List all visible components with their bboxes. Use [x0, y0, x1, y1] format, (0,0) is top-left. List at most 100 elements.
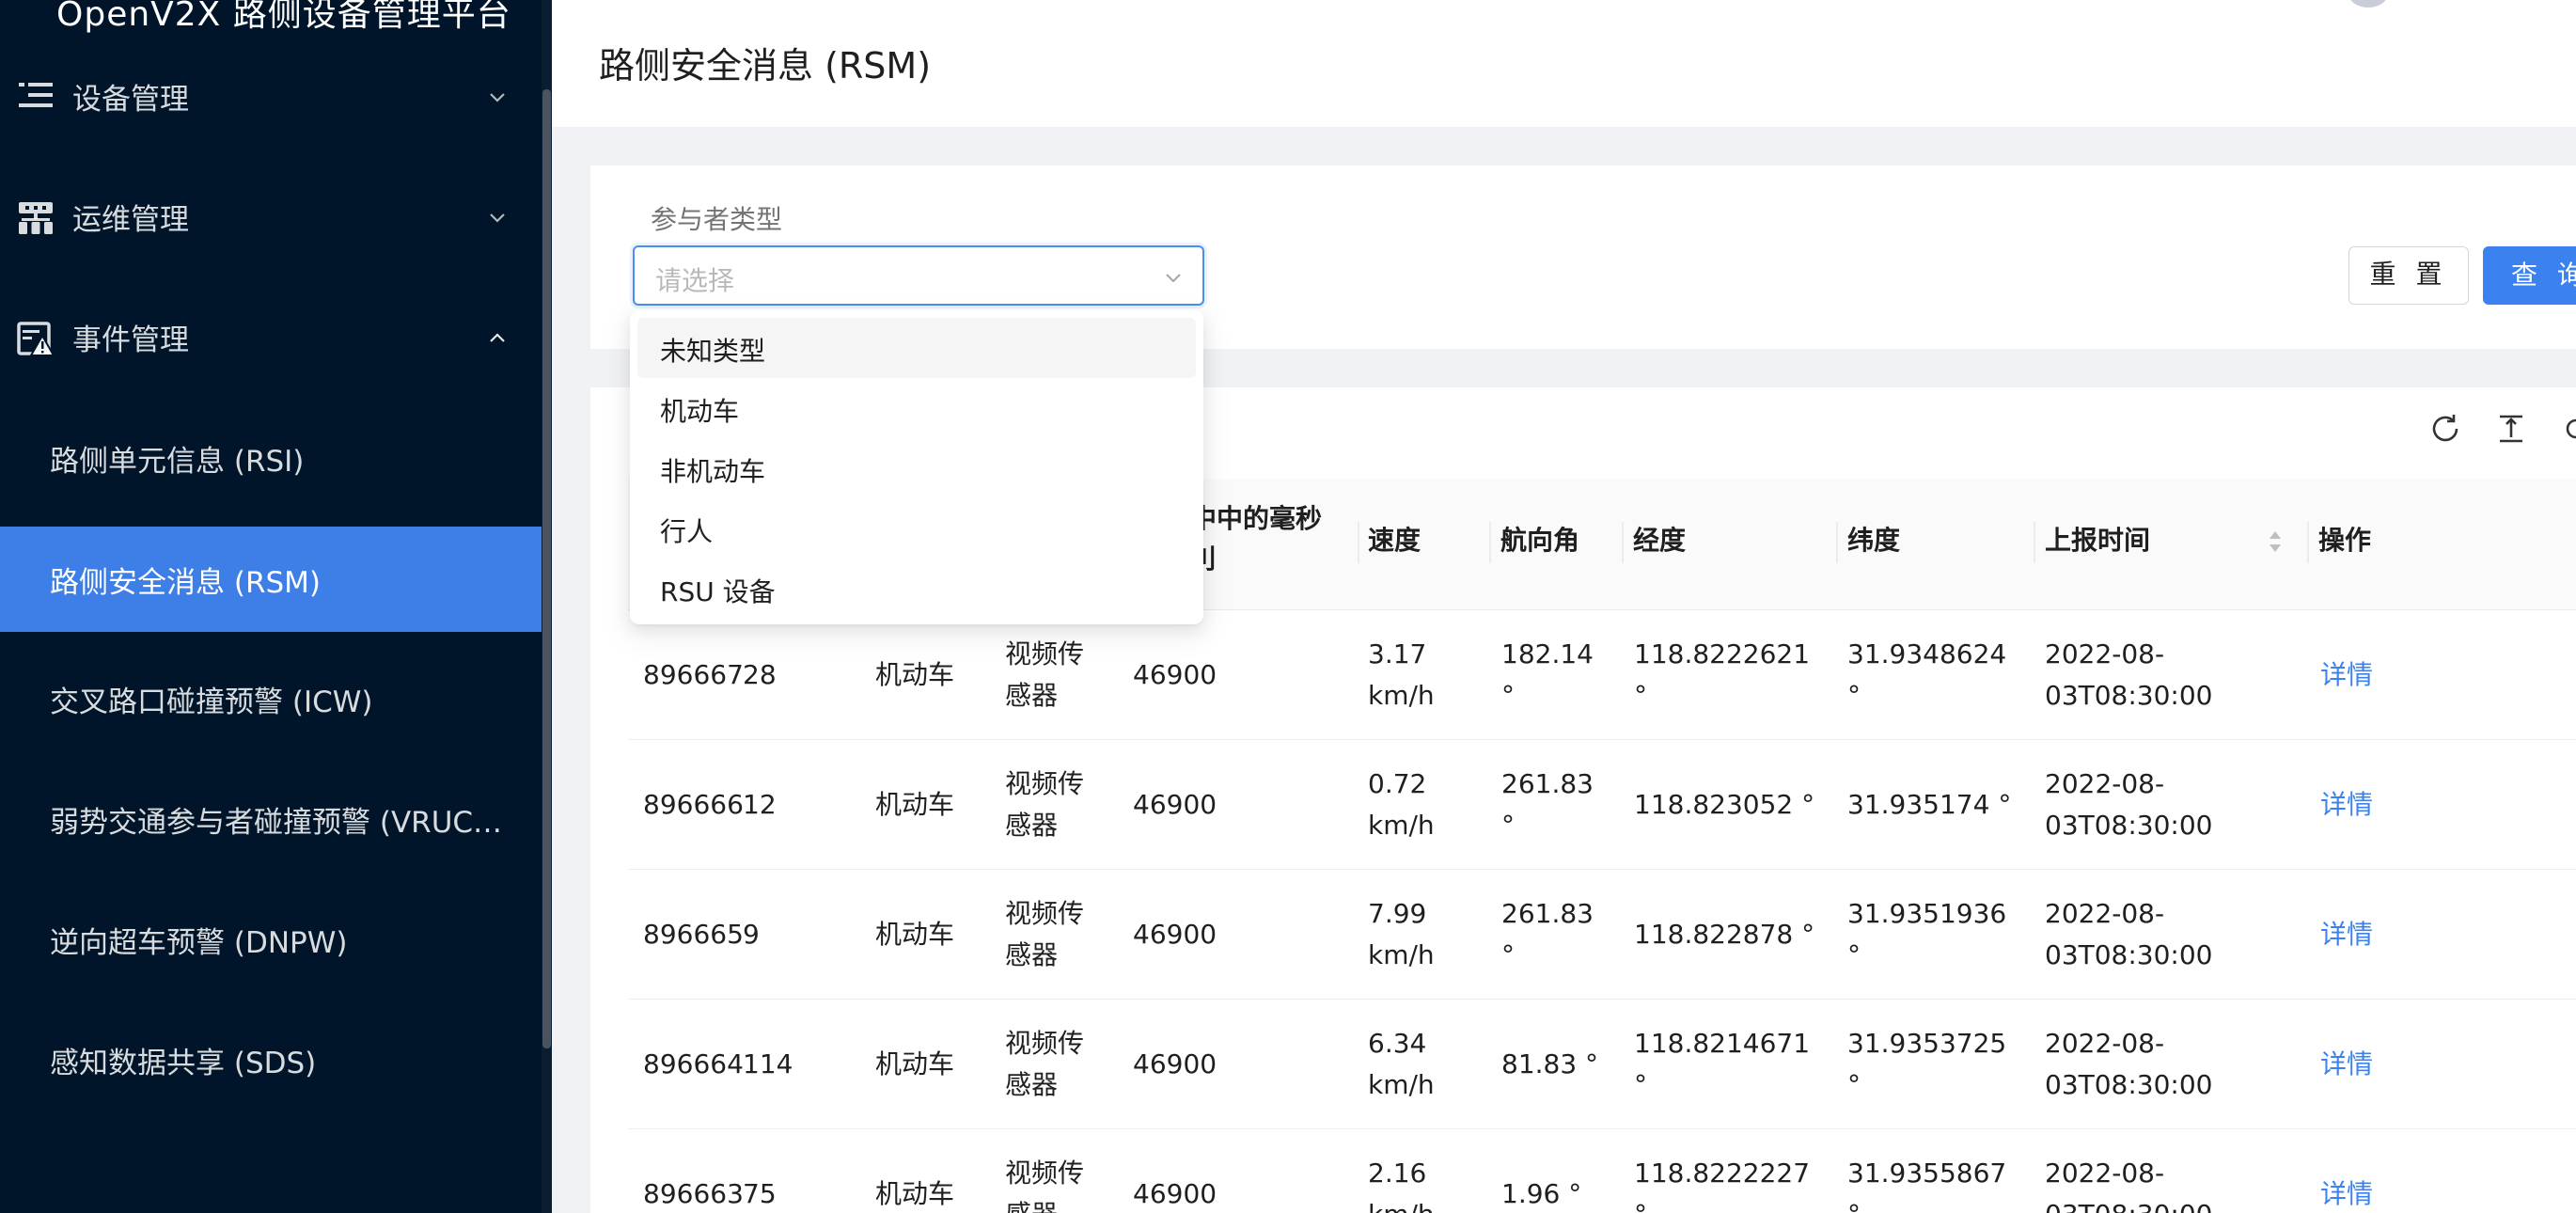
cell-heading: 81.83 ° — [1501, 1048, 1599, 1079]
cell-source: 视频传 — [1005, 1158, 1085, 1189]
cell-longitude-unit: ° — [1634, 1069, 1647, 1100]
reset-button[interactable]: 重 置 — [2348, 246, 2469, 305]
dropdown-option-label: RSU 设备 — [660, 576, 776, 607]
cell-speed: 7.99 — [1368, 898, 1427, 929]
column-height-icon[interactable] — [2494, 412, 2528, 446]
table-row: 896664 114 机动车 视频传 感器 46900 6.34 km/h 81… — [628, 1000, 2576, 1129]
dropdown-option-pedestrian[interactable]: 行人 — [637, 498, 1196, 559]
cell-participant-id: 75 — [743, 1178, 777, 1209]
dropdown-option-motor-vehicle[interactable]: 机动车 — [637, 378, 1196, 438]
sidebar-item-rsm[interactable]: 路侧安全消息 (RSM) — [0, 527, 542, 632]
device-list-icon — [19, 83, 53, 107]
cell-source: 视频传 — [1005, 1028, 1085, 1059]
sidebar-item-icw[interactable]: 交叉路口碰撞预警 (ICW) — [0, 646, 542, 751]
query-button[interactable]: 查 询 — [2483, 246, 2576, 305]
cell-heading: 182.14 — [1501, 638, 1594, 670]
cell-heading: 261.83 — [1501, 768, 1594, 799]
reload-icon[interactable] — [2428, 412, 2462, 446]
select-placeholder: 请选择 — [655, 265, 735, 296]
cell-report-time: 2022-08- — [2045, 768, 2165, 799]
event-warning-icon — [17, 322, 55, 356]
chevron-down-icon — [490, 93, 505, 102]
cell-participant-id: 12 — [743, 789, 777, 820]
cell-ms: 46900 — [1133, 1048, 1217, 1079]
sidebar-item-label: 路侧安全消息 (RSM) — [50, 566, 322, 600]
cell-ms: 46900 — [1133, 659, 1217, 690]
cell-latitude: 31.9353725 — [1847, 1028, 2007, 1059]
cell-heading-unit: ° — [1501, 680, 1515, 711]
page-header: 路侧安全消息 (RSM) — [552, 33, 2576, 127]
sidebar-item-label: 路侧单元信息 (RSI) — [50, 445, 305, 479]
participant-type-label: 参与者类型 — [651, 204, 783, 235]
cell-source-line2: 感器 — [1005, 1069, 1059, 1100]
details-link[interactable]: 详情 — [2320, 1174, 2373, 1213]
details-link[interactable]: 详情 — [2320, 1044, 2373, 1085]
top-bar — [552, 0, 2576, 33]
cell-longitude: 118.822878 ° — [1634, 919, 1815, 950]
dropdown-option-label: 行人 — [660, 516, 714, 547]
chevron-down-icon — [1166, 274, 1181, 283]
cell-type: 机动车 — [875, 919, 955, 950]
sidebar-item-dnpw[interactable]: 逆向超车预警 (DNPW) — [0, 887, 542, 992]
details-link[interactable]: 详情 — [2320, 914, 2373, 955]
table-row: 896663 75 机动车 视频传 感器 46900 2.16 km/h 1.9… — [628, 1129, 2576, 1213]
sidebar-scrollbar-thumb[interactable] — [542, 89, 551, 1048]
cell-heading-unit: ° — [1501, 810, 1515, 841]
cell-latitude: 31.935174 ° — [1847, 789, 2012, 820]
settings-icon[interactable] — [2565, 412, 2576, 446]
cell-longitude: 118.8214671 — [1634, 1028, 1811, 1059]
cell-latitude: 31.9355867 — [1847, 1158, 2007, 1189]
cell-longitude: 118.823052 ° — [1634, 789, 1815, 820]
dropdown-option-rsu-device[interactable]: RSU 设备 — [637, 559, 1196, 619]
cell-source: 视频传 — [1005, 638, 1085, 670]
table-row: 896665 9 机动车 视频传 感器 46900 7.99 km/h 261.… — [628, 870, 2576, 1000]
cell-speed-unit: km/h — [1368, 1194, 1435, 1213]
dropdown-option-unknown[interactable]: 未知类型 — [637, 318, 1196, 378]
cell-ms: 46900 — [1133, 1178, 1217, 1209]
sidebar-item-vrucw[interactable]: 弱势交通参与者碰撞预警 (VRUCW) — [0, 766, 542, 872]
cell-speed-unit: km/h — [1368, 680, 1435, 711]
page-title: 路侧安全消息 (RSM) — [599, 45, 932, 87]
cell-participant-id: 114 — [743, 1048, 793, 1079]
cell-report-time: 2022-08- — [2045, 1028, 2165, 1059]
cell-type: 机动车 — [875, 659, 955, 690]
cell-source-line2: 感器 — [1005, 680, 1059, 711]
cell-source-line2: 感器 — [1005, 939, 1059, 970]
sidebar-group-events[interactable]: 事件管理 — [0, 293, 541, 384]
sort-icon[interactable] — [2267, 526, 2284, 558]
participant-type-select[interactable]: 请选择 — [633, 245, 1204, 306]
cell-heading-unit: ° — [1501, 939, 1515, 970]
sidebar-item-rsi[interactable]: 路侧单元信息 (RSI) — [0, 405, 542, 511]
dropdown-option-non-motor-vehicle[interactable]: 非机动车 — [637, 438, 1196, 498]
cell-report-time-line2: 03T08:30:00 — [2045, 1194, 2213, 1213]
sidebar-item-label: 交叉路口碰撞预警 (ICW) — [50, 685, 373, 719]
dropdown-option-label: 机动车 — [660, 396, 740, 427]
cell-speed-unit: km/h — [1368, 810, 1435, 841]
column-separator — [1358, 522, 1359, 563]
sidebar-group-label: 事件管理 — [72, 323, 189, 357]
cell-report-time-line2: 03T08:30:00 — [2045, 680, 2213, 711]
details-link[interactable]: 详情 — [2320, 654, 2373, 696]
cell-heading: 1.96 ° — [1501, 1178, 1582, 1209]
cell-latitude-unit: ° — [1847, 1194, 1861, 1213]
cell-report-time-line2: 03T08:30:00 — [2045, 810, 2213, 841]
cell-ms: 46900 — [1133, 919, 1217, 950]
network-icon — [19, 202, 53, 234]
column-header-latitude: 纬度 — [1847, 525, 1901, 556]
sidebar-group-ops[interactable]: 运维管理 — [0, 173, 541, 263]
cell-longitude: 118.8222621 — [1634, 638, 1811, 670]
cell-longitude: 118.8222227 — [1634, 1158, 1811, 1189]
sidebar-group-device[interactable]: 设备管理 — [0, 53, 541, 143]
cell-participant-id: 28 — [743, 659, 777, 690]
cell-speed-unit: km/h — [1368, 939, 1435, 970]
cell-latitude-unit: ° — [1847, 939, 1861, 970]
cell-latitude: 31.9348624 — [1847, 638, 2007, 670]
sidebar-item-sds[interactable]: 感知数据共享 (SDS) — [0, 1007, 542, 1112]
column-header-report-time[interactable]: 上报时间 — [2045, 522, 2150, 559]
cell-id: 896667 — [643, 659, 744, 690]
column-separator — [1622, 522, 1624, 563]
column-header-heading: 航向角 — [1500, 525, 1580, 556]
cell-report-time: 2022-08- — [2045, 1158, 2165, 1189]
details-link[interactable]: 详情 — [2320, 784, 2373, 826]
cell-speed: 6.34 — [1368, 1028, 1427, 1059]
